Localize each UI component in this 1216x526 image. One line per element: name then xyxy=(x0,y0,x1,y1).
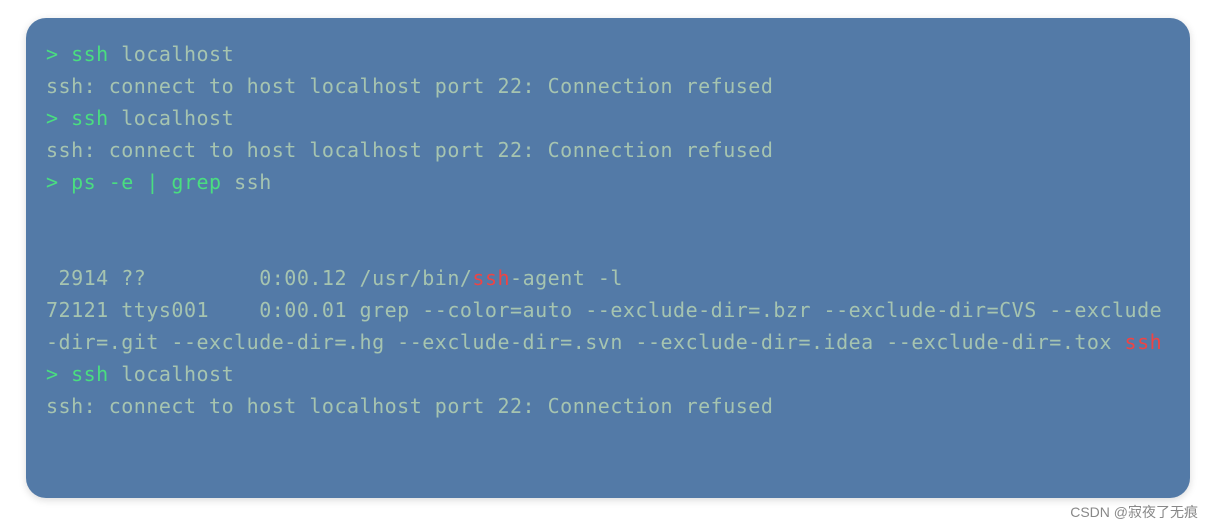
output-line: 2914 ?? 0:00.12 /usr/bin/ssh-agent -l xyxy=(46,262,1170,294)
command: ps -e | grep xyxy=(71,170,234,194)
command: ssh xyxy=(71,42,121,66)
prompt: > xyxy=(46,106,71,130)
argument: localhost xyxy=(121,106,234,130)
argument: localhost xyxy=(121,42,234,66)
output-line: ssh: connect to host localhost port 22: … xyxy=(46,70,1170,102)
output-line: ssh: connect to host localhost port 22: … xyxy=(46,134,1170,166)
output-line: 72121 ttys001 0:00.01 grep --color=auto … xyxy=(46,294,1170,358)
command-line[interactable]: > ssh localhost xyxy=(46,38,1170,70)
grep-match: ssh xyxy=(472,266,510,290)
prompt: > xyxy=(46,170,71,194)
command-line[interactable]: > ssh localhost xyxy=(46,102,1170,134)
prompt: > xyxy=(46,362,71,386)
prompt: > xyxy=(46,42,71,66)
grep-match: ssh xyxy=(1125,330,1163,354)
terminal-window: > ssh localhost ssh: connect to host loc… xyxy=(26,18,1190,498)
command: ssh xyxy=(71,106,121,130)
argument: localhost xyxy=(121,362,234,386)
argument: ssh xyxy=(234,170,272,194)
command-line[interactable]: > ps -e | grep ssh xyxy=(46,166,1170,198)
watermark: CSDN @寂夜了无痕 xyxy=(1070,502,1198,522)
blank-line xyxy=(46,198,1170,230)
command: ssh xyxy=(71,362,121,386)
command-line[interactable]: > ssh localhost xyxy=(46,358,1170,390)
output-line: ssh: connect to host localhost port 22: … xyxy=(46,390,1170,422)
blank-line xyxy=(46,230,1170,262)
